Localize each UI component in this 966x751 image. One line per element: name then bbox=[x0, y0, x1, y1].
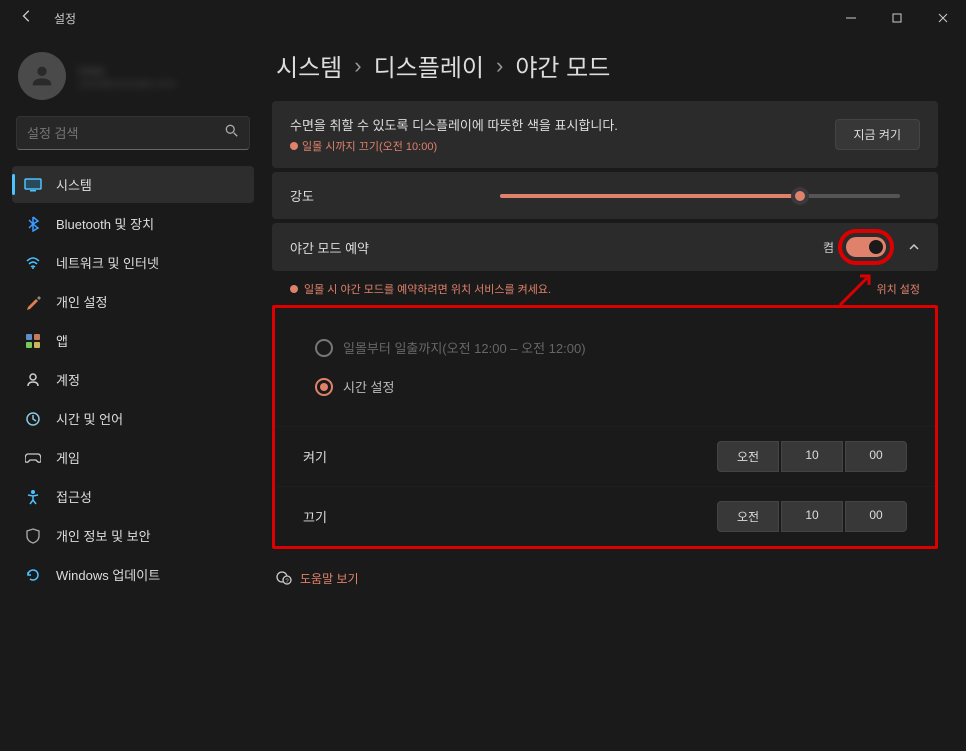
turn-off-label: 끄기 bbox=[303, 507, 327, 526]
sidebar-item-time[interactable]: 시간 및 언어 bbox=[12, 400, 254, 437]
gaming-icon bbox=[24, 449, 42, 467]
nav-label: 시간 및 언어 bbox=[56, 409, 123, 428]
toggle-state-label: 켬 bbox=[823, 239, 834, 256]
chevron-up-icon bbox=[908, 238, 920, 256]
schedule-section[interactable]: 야간 모드 예약 켬 bbox=[272, 223, 938, 271]
window-title: 설정 bbox=[54, 10, 76, 27]
user-profile[interactable]: User user@example.com bbox=[6, 44, 260, 108]
breadcrumb-nightlight: 야간 모드 bbox=[515, 48, 610, 83]
nav-label: 앱 bbox=[56, 331, 68, 350]
nav-label: 개인 정보 및 보안 bbox=[56, 526, 151, 545]
time-icon bbox=[24, 410, 42, 428]
breadcrumb-system[interactable]: 시스템 bbox=[276, 48, 342, 83]
breadcrumb: 시스템 › 디스플레이 › 야간 모드 bbox=[272, 48, 938, 83]
nav-label: 게임 bbox=[56, 448, 80, 467]
on-hour-picker[interactable]: 10 bbox=[781, 441, 843, 472]
strength-slider[interactable] bbox=[500, 194, 900, 198]
radio-icon bbox=[315, 378, 333, 396]
update-icon bbox=[24, 566, 42, 584]
chevron-right-icon: › bbox=[354, 53, 361, 79]
help-icon: ? bbox=[276, 569, 292, 588]
apps-icon bbox=[24, 332, 42, 350]
network-icon bbox=[24, 254, 42, 272]
nav-label: 개인 설정 bbox=[56, 292, 107, 311]
sidebar-item-gaming[interactable]: 게임 bbox=[12, 439, 254, 476]
search-box[interactable] bbox=[16, 116, 250, 150]
turn-on-label: 켜기 bbox=[303, 447, 327, 466]
user-name: User bbox=[78, 63, 248, 78]
search-input[interactable] bbox=[27, 126, 225, 141]
accounts-icon bbox=[24, 371, 42, 389]
location-settings-link[interactable]: 위치 설정 bbox=[876, 281, 920, 297]
sidebar-item-apps[interactable]: 앱 bbox=[12, 322, 254, 359]
breadcrumb-display[interactable]: 디스플레이 bbox=[374, 48, 484, 83]
privacy-icon bbox=[24, 527, 42, 545]
sidebar-item-accessibility[interactable]: 접근성 bbox=[12, 478, 254, 515]
accessibility-icon bbox=[24, 488, 42, 506]
user-email: user@example.com bbox=[78, 78, 248, 90]
on-minute-picker[interactable]: 00 bbox=[845, 441, 907, 472]
avatar bbox=[18, 52, 66, 100]
off-ampm-picker[interactable]: 오전 bbox=[717, 501, 779, 532]
sidebar-item-bluetooth[interactable]: Bluetooth 및 장치 bbox=[12, 205, 254, 242]
sidebar-item-privacy[interactable]: 개인 정보 및 보안 bbox=[12, 517, 254, 554]
close-button[interactable] bbox=[920, 0, 966, 36]
sidebar-item-accounts[interactable]: 계정 bbox=[12, 361, 254, 398]
nav-label: 네트워크 및 인터넷 bbox=[56, 253, 159, 272]
warning-dot-icon bbox=[290, 285, 298, 293]
chevron-right-icon: › bbox=[496, 53, 503, 79]
schedule-label: 야간 모드 예약 bbox=[290, 238, 369, 257]
nav-label: 접근성 bbox=[56, 487, 92, 506]
sidebar-item-update[interactable]: Windows 업데이트 bbox=[12, 556, 254, 593]
nightlight-description: 수면을 취할 수 있도록 디스플레이에 따뜻한 색을 표시합니다. bbox=[290, 115, 618, 134]
turn-on-now-button[interactable]: 지금 켜기 bbox=[835, 119, 921, 150]
system-icon bbox=[24, 176, 42, 194]
bluetooth-icon bbox=[24, 215, 42, 233]
minimize-button[interactable] bbox=[828, 0, 874, 36]
maximize-button[interactable] bbox=[874, 0, 920, 36]
radio-sunset-sunrise[interactable]: 일몰부터 일출까지(오전 12:00 – 오전 12:00) bbox=[315, 328, 895, 367]
off-hour-picker[interactable]: 10 bbox=[781, 501, 843, 532]
radio-set-hours[interactable]: 시간 설정 bbox=[315, 367, 895, 406]
status-dot-icon bbox=[290, 142, 298, 150]
help-link[interactable]: ? 도움말 보기 bbox=[272, 561, 938, 596]
search-icon bbox=[225, 124, 239, 143]
back-button[interactable] bbox=[16, 5, 38, 32]
location-warning: 일몰 시 야간 모드를 예약하려면 위치 서비스를 켜세요. bbox=[304, 281, 551, 297]
nav-label: 시스템 bbox=[56, 175, 92, 194]
annotation-highlight: 일몰부터 일출까지(오전 12:00 – 오전 12:00) 시간 설정 켜기 … bbox=[272, 305, 938, 549]
on-ampm-picker[interactable]: 오전 bbox=[717, 441, 779, 472]
sidebar-item-network[interactable]: 네트워크 및 인터넷 bbox=[12, 244, 254, 281]
nav-label: Bluetooth 및 장치 bbox=[56, 214, 154, 233]
personalization-icon bbox=[24, 293, 42, 311]
strength-label: 강도 bbox=[290, 186, 314, 205]
nav-label: Windows 업데이트 bbox=[56, 565, 160, 584]
nav-label: 계정 bbox=[56, 370, 80, 389]
slider-thumb[interactable] bbox=[791, 187, 809, 205]
radio-icon bbox=[315, 339, 333, 357]
nightlight-status: 일몰 시까지 끄기(오전 10:00) bbox=[290, 138, 618, 154]
sidebar-item-personalization[interactable]: 개인 설정 bbox=[12, 283, 254, 320]
schedule-toggle[interactable] bbox=[846, 237, 886, 257]
sidebar-item-system[interactable]: 시스템 bbox=[12, 166, 254, 203]
off-minute-picker[interactable]: 00 bbox=[845, 501, 907, 532]
